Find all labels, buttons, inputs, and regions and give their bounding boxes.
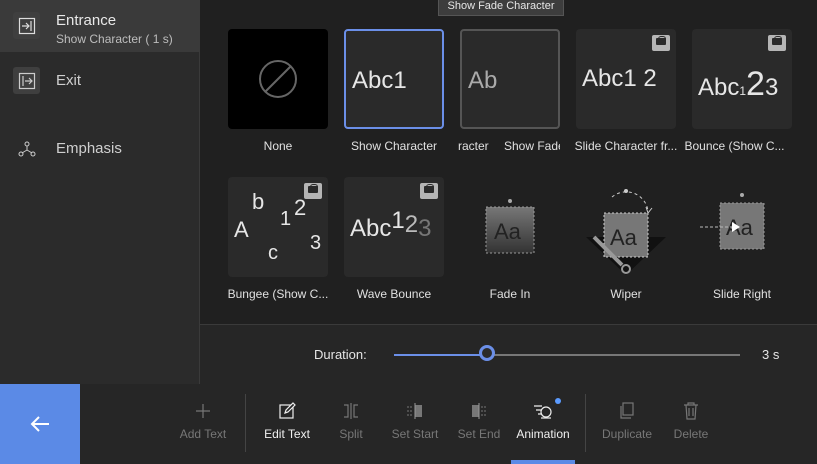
divider	[585, 394, 586, 452]
exit-icon	[13, 67, 40, 94]
svg-text:c: c	[268, 242, 278, 264]
animation-slide-right-card[interactable]: Aa	[692, 177, 792, 277]
slide-right-preview: Aa	[700, 193, 765, 250]
svg-text:b: b	[252, 189, 264, 214]
duration-slider-track[interactable]	[394, 354, 740, 356]
preview-text: Abc123	[350, 207, 432, 242]
set-start-button[interactable]: Set Start	[380, 400, 450, 441]
premium-lock-icon	[652, 35, 670, 51]
tooltip: Show Fade Character	[438, 0, 564, 16]
delete-label: Delete	[673, 427, 709, 441]
animation-wave-bounce-card[interactable]: Abc123	[344, 177, 444, 277]
sidebar-item-entrance[interactable]: Entrance Show Character ( 1 s)	[0, 0, 199, 52]
animation-bungee-card[interactable]: A b c 1 2 3	[228, 177, 328, 277]
edit-icon	[252, 400, 322, 422]
preview-text: Ab	[468, 67, 498, 94]
bungee-preview: A b c 1 2 3	[234, 189, 321, 264]
arrow-left-icon	[30, 416, 49, 432]
divider	[200, 324, 817, 325]
animation-slide-character-card[interactable]: Abc1 2	[576, 29, 676, 129]
duplicate-label: Duplicate	[601, 427, 653, 441]
svg-text:Aa: Aa	[494, 219, 522, 244]
preview-text: Abc1	[352, 67, 407, 94]
animation-caption: Bounce (Show C...	[684, 139, 785, 153]
split-button[interactable]: Split	[316, 400, 386, 441]
back-button[interactable]	[0, 384, 80, 464]
add-text-button[interactable]: Add Text	[168, 400, 238, 441]
sidebar-item-label: Entrance	[56, 12, 117, 29]
set-end-button[interactable]: Set End	[444, 400, 514, 441]
animation-icon	[508, 400, 578, 422]
active-tab-indicator	[511, 460, 575, 464]
fade-in-preview: Aa	[485, 199, 535, 254]
wiper-preview: Aa	[586, 189, 666, 275]
svg-text:3: 3	[310, 232, 321, 254]
animation-caption: racter	[458, 139, 489, 153]
animation-caption: Fade In	[489, 287, 531, 301]
duration-value: 3 s	[762, 347, 780, 362]
plus-icon	[168, 400, 238, 422]
trash-icon	[656, 400, 726, 422]
animation-tab-button[interactable]: Animation	[508, 400, 578, 441]
sidebar-item-exit[interactable]: Exit	[0, 60, 199, 104]
animation-caption: Show Character	[350, 139, 438, 153]
preview-text: Abc123	[698, 65, 779, 103]
animation-caption: Slide Character fr...	[574, 139, 678, 153]
set-start-label: Set Start	[391, 427, 439, 441]
set-end-label: Set End	[457, 427, 501, 441]
animation-caption: None	[263, 139, 293, 153]
premium-lock-icon	[768, 35, 786, 51]
animation-fade-in-card[interactable]: Aa	[460, 177, 560, 277]
animation-caption: Show Fade	[504, 139, 560, 153]
divider	[245, 394, 246, 452]
duration-slider-thumb[interactable]	[479, 345, 495, 361]
duplicate-icon	[592, 400, 662, 422]
duration-slider-fill	[394, 354, 487, 356]
add-text-label: Add Text	[179, 427, 227, 441]
sidebar-item-emphasis[interactable]: Emphasis	[0, 128, 199, 172]
edit-text-button[interactable]: Edit Text	[252, 400, 322, 441]
split-label: Split	[339, 427, 363, 441]
notification-dot	[555, 398, 561, 404]
none-icon	[259, 60, 297, 98]
animation-caption: Wiper	[610, 287, 642, 301]
premium-lock-icon	[420, 183, 438, 199]
animation-show-character-card[interactable]: Abc1	[344, 29, 444, 129]
duration-label: Duration:	[314, 347, 367, 362]
split-icon	[316, 400, 386, 422]
sidebar-item-sublabel: Show Character ( 1 s)	[56, 32, 173, 46]
animation-show-fade-character-card[interactable]: Ab	[460, 29, 560, 129]
animation-caption: Slide Right	[712, 287, 772, 301]
duplicate-button[interactable]: Duplicate	[592, 400, 662, 441]
preview-text: Abc1 2	[582, 65, 657, 92]
edit-text-label: Edit Text	[264, 427, 310, 441]
sidebar-item-label: Emphasis	[56, 140, 122, 157]
animation-caption: Wave Bounce	[356, 287, 432, 301]
delete-button[interactable]: Delete	[656, 400, 726, 441]
set-end-icon	[444, 400, 514, 422]
animation-none-card[interactable]	[228, 29, 328, 129]
set-start-icon	[380, 400, 450, 422]
animation-category-sidebar: Entrance Show Character ( 1 s) Exit Emph…	[0, 0, 199, 384]
entrance-icon	[13, 12, 40, 39]
svg-text:A: A	[234, 217, 249, 242]
sidebar-item-label: Exit	[56, 72, 82, 89]
svg-text:Aa: Aa	[610, 225, 638, 250]
animation-label: Animation	[516, 427, 570, 441]
emphasis-icon	[13, 135, 40, 162]
svg-text:2: 2	[294, 195, 306, 220]
animation-wiper-card[interactable]: Aa	[576, 177, 676, 277]
animation-grid: None Abc1 Show Character Ab racter Show …	[200, 0, 817, 324]
animation-caption: Bungee (Show C...	[227, 287, 329, 301]
animation-bounce-card[interactable]: Abc123	[692, 29, 792, 129]
svg-text:1: 1	[280, 208, 291, 230]
